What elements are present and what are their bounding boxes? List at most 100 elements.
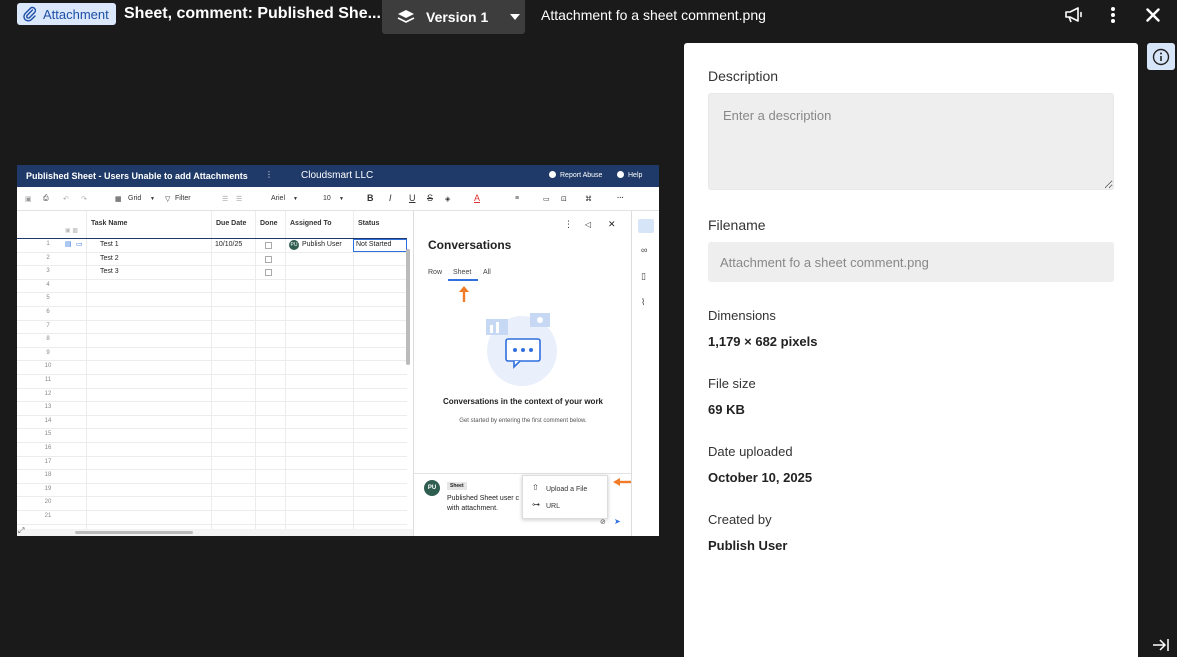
row-number: 14 [44,417,52,424]
active-tab-indicator [448,279,478,281]
print-icon: ⎙ [43,195,49,202]
collapse-panel-button[interactable] [1150,636,1172,654]
table-row: 6 [17,307,407,321]
due-date-cell: 10/10/25 [215,241,243,248]
row-number: 8 [46,336,50,343]
document-title: Sheet, comment: Published She... [124,5,381,22]
more-toolbar-icon: ··· [617,195,624,202]
filesize-label: File size [708,376,756,391]
row-number: 19 [44,485,52,492]
fill-color-icon: ◈ [445,196,451,203]
layers-icon [397,10,415,23]
description-input[interactable] [708,93,1114,190]
table-row: 13 [17,402,407,416]
table-row: 10 [17,361,407,375]
row-number: 10 [44,363,52,370]
comment-text-line: with attachment. [447,505,498,512]
status-cell: Not Started [353,239,407,252]
version-dropdown-button[interactable]: Version 1 [382,0,525,34]
table-row: 11 [17,375,407,389]
attach-menu: ⇧ Upload a File ⊶ URL [522,475,608,519]
table-row: 9 [17,348,407,362]
font-size-label: 10 [323,195,331,202]
row-number: 5 [46,295,50,302]
sheet-toolbar: ▣ ⎙ ↶ ↷ ▦ Grid ▼ ▽ Filter ☰ ☰ Ariel ▼ 10… [17,187,659,211]
table-row: 3 Test 3 [17,266,407,280]
link-icon: ⊶ [532,500,540,509]
row-number: 6 [46,309,50,315]
avatar: PU [289,240,299,250]
tab-all: All [483,269,491,276]
arrow-up-icon [459,286,469,302]
italic-icon: I [389,193,392,203]
caret-down-icon [510,14,521,20]
table-row: 15 [17,429,407,443]
paperclip-icon [23,6,37,22]
info-icon [1152,48,1170,65]
table-row: 7 [17,321,407,335]
row-number: 3 [46,268,50,275]
row-number: 9 [46,349,50,356]
vertical-scrollbar [406,249,410,365]
bold-icon: B [367,193,374,203]
table-row: 18 [17,470,407,484]
upload-icon: ⇧ [532,483,539,492]
table-row: 4 [17,280,407,294]
upload-file-option: Upload a File [546,486,588,493]
table-row: 5 [17,293,407,307]
help-link: Help [628,172,643,179]
context-badge: Sheet [447,482,467,490]
row-number: 7 [46,322,50,329]
caret-down-icon: ▼ [150,196,155,202]
table-row: 1 ▤ ▭ Test 1 10/10/25 PU Publish User No… [17,239,407,253]
caret-down-icon: ▼ [293,196,298,202]
conversations-subtext: Get started by entering the first commen… [459,418,587,424]
created-by-value: Publish User [708,538,788,553]
done-checkbox [265,255,272,263]
sheet-side-rail: ∞ ▯ ⌇ [631,211,659,536]
table-row: 19 [17,484,407,498]
row-number: 17 [44,458,52,465]
filename-label: Filename [708,217,766,233]
more-vertical-icon: ⋮ [564,219,573,229]
row-action-icons: ▣ ▩ [65,228,79,234]
attachment-chip: Attachment [17,3,116,25]
outdent-icon: ☰ [236,196,243,203]
date-uploaded-value: October 10, 2025 [708,470,813,485]
file-name-title: Attachment fo a sheet comment.png [541,7,766,23]
details-panel: Description Filename Dimensions 1,179 × … [684,43,1138,657]
grid-icon: ▦ [115,196,122,203]
horizontal-scrollbar-track [17,529,413,536]
top-bar: Attachment Sheet, comment: Published She… [0,0,1177,34]
version-label: Version 1 [426,9,489,25]
conversations-title: Conversations [428,238,512,252]
alert-icon [549,171,556,178]
task-name-cell: Test 2 [100,254,119,262]
report-abuse-link: Report Abuse [560,172,603,179]
filesize-value: 69 KB [708,402,745,417]
row-number: 16 [44,445,52,451]
conversations-heading: Conversations in the context of your wor… [442,397,604,406]
redo-icon: ↷ [81,196,87,203]
close-icon[interactable] [1142,4,1164,26]
assigned-to-cell: Publish User [302,241,342,248]
strikethrough-icon: S [427,193,434,203]
row-number: 21 [44,513,52,519]
sheet-menu-icon: ⋮ [265,170,273,179]
row-number: 12 [44,390,52,397]
dimensions-label: Dimensions [708,308,776,323]
send-icon: ➤ [614,517,621,526]
proofing-icon: ▯ [641,271,646,281]
megaphone-icon[interactable] [1063,4,1085,26]
align-icon: ≡ [515,195,520,202]
table-row: 21 [17,511,407,525]
info-button[interactable] [1147,43,1175,70]
attachment-preview-image: Published Sheet - Users Unable to add At… [17,165,659,536]
filename-input[interactable] [708,242,1114,282]
underline-icon: U [409,193,416,203]
table-row: 17 [17,457,407,471]
more-vertical-icon[interactable] [1102,4,1124,26]
row-number: 15 [44,431,52,438]
indent-icon: ☰ [222,196,229,203]
comment-row-icon: ▭ [76,241,83,248]
